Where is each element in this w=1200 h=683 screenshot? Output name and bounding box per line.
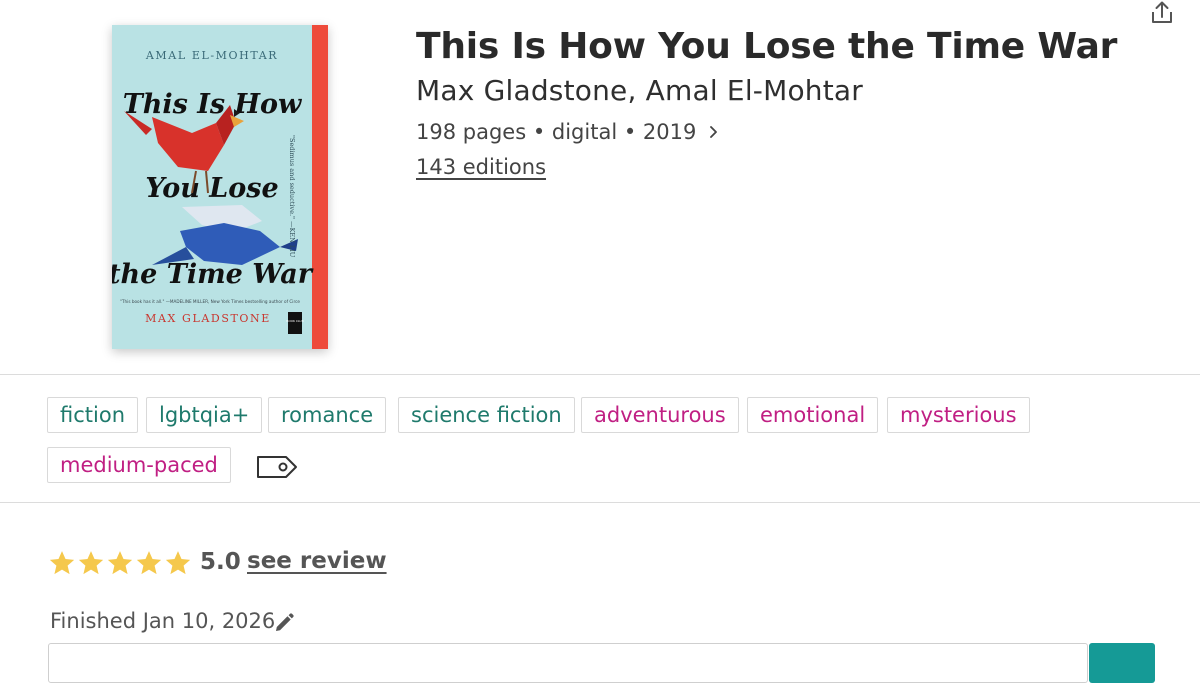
star-icon [49, 551, 75, 575]
tag-emotional[interactable]: emotional [747, 397, 879, 433]
book-cover-art: AMAL EL-MOHTAR This Is How You Lose the … [108, 25, 328, 349]
cover-side-blurb: "Sedimus and seductive." —KEN LIU [288, 135, 296, 258]
pencil-icon[interactable] [272, 611, 296, 635]
finished-date: Finished Jan 10, 2026 [50, 609, 276, 633]
cover-title-line-1: This Is How [123, 89, 303, 120]
cover-title-line-2: You Lose [145, 173, 278, 204]
tag-medium-paced[interactable]: medium-paced [47, 447, 231, 483]
star-icon [165, 551, 191, 575]
book-meta-text: 198 pages • digital • 2019 [416, 120, 697, 144]
book-meta[interactable]: 198 pages • digital • 2019 [416, 120, 720, 144]
star-icon [136, 551, 162, 575]
book-title: This Is How You Lose the Time War [416, 26, 1118, 67]
tag-science-fiction[interactable]: science fiction [398, 397, 575, 433]
star-icon [78, 551, 104, 575]
cover-bottom-author: MAX GLADSTONE [145, 312, 271, 325]
divider [0, 502, 1200, 503]
cover-quote: "This book has it all." —MADELINE MILLER… [120, 299, 300, 304]
book-cover[interactable]: AMAL EL-MOHTAR This Is How You Lose the … [108, 25, 328, 349]
cover-badge: BOOK CLUB [286, 319, 304, 323]
tag-icon[interactable] [256, 453, 298, 481]
submit-button[interactable] [1089, 643, 1155, 683]
tag-adventurous[interactable]: adventurous [581, 397, 739, 433]
tag-romance[interactable]: romance [268, 397, 387, 433]
editions-link[interactable]: 143 editions [416, 155, 546, 179]
star-rating[interactable] [48, 549, 192, 577]
share-icon[interactable] [1148, 0, 1176, 26]
divider [0, 374, 1200, 375]
chevron-right-icon [710, 126, 718, 138]
cover-top-author: AMAL EL-MOHTAR [145, 49, 278, 62]
tag-lgbtqia[interactable]: lgbtqia+ [146, 397, 263, 433]
cover-title-line-3: the Time War [112, 259, 314, 290]
book-authors[interactable]: Max Gladstone, Amal El-Mohtar [416, 74, 863, 107]
rating-value: 5.0 [200, 549, 241, 575]
see-review-link[interactable]: see review [247, 548, 387, 574]
tag-mysterious[interactable]: mysterious [887, 397, 1030, 433]
journal-input[interactable] [48, 643, 1088, 683]
star-icon [107, 551, 133, 575]
tag-fiction[interactable]: fiction [47, 397, 138, 433]
